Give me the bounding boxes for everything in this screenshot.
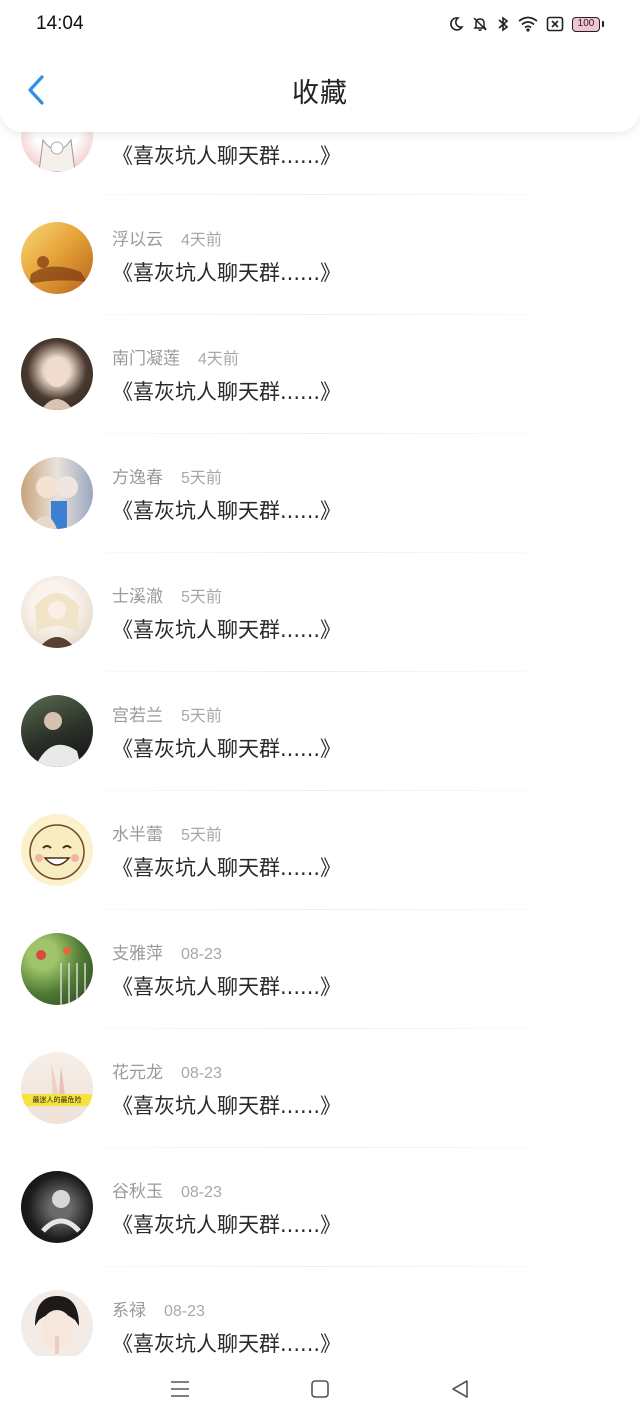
item-meta: 系禄 08-23 (112, 1296, 205, 1321)
item-content: 《喜灰坑人聊天群......》 (112, 499, 342, 523)
item-name: 系禄 (112, 1301, 146, 1321)
divider (100, 1028, 530, 1029)
menu-icon (171, 1381, 189, 1397)
battery-level: 100 (572, 16, 600, 32)
item-content: 《喜灰坑人聊天群......》 (112, 380, 342, 404)
item-meta: 谷秋玉 08-23 (112, 1177, 222, 1202)
item-content: 《喜灰坑人聊天群......》 (112, 975, 342, 999)
status-icons: 100 (448, 16, 604, 32)
divider (100, 1147, 530, 1148)
item-time: 5天前 (181, 708, 222, 725)
list-item[interactable]: 南门凝莲 4天前 《喜灰坑人聊天群......》 (0, 338, 640, 457)
list-item[interactable]: 浮以云 4天前 《喜灰坑人聊天群......》 (0, 219, 640, 338)
status-bar: 14:04 100 (0, 0, 640, 48)
item-meta: 花元龙 08-23 (112, 1058, 222, 1083)
back-triangle-icon (452, 1380, 468, 1398)
back-button[interactable] (20, 72, 52, 108)
item-name: 宫若兰 (112, 706, 163, 726)
list-item[interactable]: 系禄 08-23 《喜灰坑人聊天群......》 (0, 1290, 640, 1356)
item-name: 水半蕾 (112, 825, 163, 845)
list-item[interactable]: 最迷人的最危险 花元龙 08-23 《喜灰坑人聊天群......》 (0, 1052, 640, 1171)
avatar (21, 1290, 93, 1356)
bell-off-icon (472, 16, 488, 32)
divider (100, 433, 530, 434)
item-content: 《喜灰坑人聊天群......》 (112, 144, 342, 168)
avatar (21, 338, 93, 410)
item-name: 支雅萍 (112, 944, 163, 964)
avatar: 最迷人的最危险 (21, 1052, 93, 1124)
avatar (21, 695, 93, 767)
chevron-left-icon (28, 75, 44, 105)
divider (100, 671, 530, 672)
status-time: 14:04 (36, 13, 84, 34)
list-item[interactable]: 谷秋玉 08-23 《喜灰坑人聊天群......》 (0, 1171, 640, 1290)
item-name: 南门凝莲 (112, 349, 180, 369)
item-time: 08-23 (181, 1184, 222, 1201)
item-name: 方逸春 (112, 468, 163, 488)
list-item[interactable]: 水半蕾 5天前 《喜灰坑人聊天群......》 (0, 814, 640, 933)
item-meta: 方逸春 5天前 (112, 463, 222, 488)
item-content: 《喜灰坑人聊天群......》 (112, 856, 342, 880)
divider (100, 1266, 530, 1267)
list-item[interactable]: 方逸春 5天前 《喜灰坑人聊天群......》 (0, 457, 640, 576)
item-name: 浮以云 (112, 230, 163, 250)
item-content: 《喜灰坑人聊天群......》 (112, 261, 342, 285)
item-content: 《喜灰坑人聊天群......》 (112, 1332, 342, 1356)
item-content: 《喜灰坑人聊天群......》 (112, 1094, 342, 1118)
divider (100, 909, 530, 910)
avatar (21, 933, 93, 1005)
app-header: 收藏 (0, 48, 640, 132)
item-content: 《喜灰坑人聊天群......》 (112, 737, 342, 761)
item-name: 谷秋玉 (112, 1182, 163, 1202)
item-content: 《喜灰坑人聊天群......》 (112, 1213, 342, 1237)
divider (100, 790, 530, 791)
avatar (21, 1171, 93, 1243)
battery-icon: 100 (572, 16, 604, 32)
list-item[interactable]: 宫若兰 5天前 《喜灰坑人聊天群......》 (0, 695, 640, 814)
page-title: 收藏 (292, 77, 348, 109)
divider (100, 552, 530, 553)
item-meta: 宫若兰 5天前 (112, 701, 222, 726)
menu-button[interactable] (160, 1369, 200, 1409)
favorites-list[interactable]: 《喜灰坑人聊天群......》 浮以云 4天前 《喜灰坑人聊天群......》 (0, 0, 640, 1356)
bluetooth-icon (496, 16, 510, 32)
item-time: 5天前 (181, 827, 222, 844)
item-content: 《喜灰坑人聊天群......》 (112, 618, 342, 642)
avatar (21, 222, 93, 294)
item-meta: 南门凝莲 4天前 (112, 344, 239, 369)
item-time: 08-23 (181, 946, 222, 963)
item-time: 5天前 (181, 470, 222, 487)
moon-icon (448, 16, 464, 32)
item-time: 4天前 (198, 351, 239, 368)
divider (100, 314, 530, 315)
item-name: 花元龙 (112, 1063, 163, 1083)
item-time: 08-23 (164, 1303, 205, 1320)
item-name: 士溪澈 (112, 587, 163, 607)
item-time: 08-23 (181, 1065, 222, 1082)
item-meta: 支雅萍 08-23 (112, 939, 222, 964)
home-button[interactable] (300, 1369, 340, 1409)
item-time: 5天前 (181, 589, 222, 606)
avatar (21, 814, 93, 886)
back-nav-button[interactable] (440, 1369, 480, 1409)
list-item[interactable]: 士溪澈 5天前 《喜灰坑人聊天群......》 (0, 576, 640, 695)
screen: 《喜灰坑人聊天群......》 浮以云 4天前 《喜灰坑人聊天群......》 (0, 0, 640, 1422)
list-item[interactable]: 支雅萍 08-23 《喜灰坑人聊天群......》 (0, 933, 640, 1052)
home-square-icon (311, 1380, 329, 1398)
avatar (21, 457, 93, 529)
item-time: 4天前 (181, 232, 222, 249)
item-meta: 水半蕾 5天前 (112, 820, 222, 845)
sim-off-icon (546, 16, 564, 32)
avatar (21, 576, 93, 648)
avatar-caption: 最迷人的最危险 (32, 1096, 82, 1104)
system-nav-bar (0, 1356, 640, 1422)
item-meta: 浮以云 4天前 (112, 225, 222, 250)
item-meta: 士溪澈 5天前 (112, 582, 222, 607)
divider (100, 194, 530, 195)
wifi-icon (518, 16, 538, 32)
